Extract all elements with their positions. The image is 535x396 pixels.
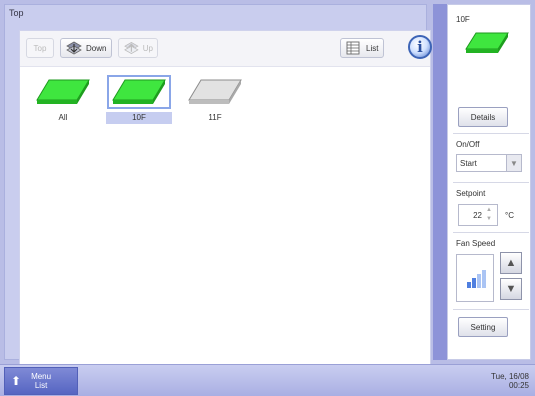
fan-speed-label: Fan Speed xyxy=(456,239,496,248)
on-off-label: On/Off xyxy=(456,140,480,149)
setpoint-stepper[interactable]: 22 ▲ ▼ xyxy=(458,204,498,226)
separator xyxy=(453,309,529,310)
clock-time: 00:25 xyxy=(508,381,529,390)
fan-speed-up-button[interactable]: ▲ xyxy=(500,252,522,274)
on-off-value: Start xyxy=(460,159,477,168)
setting-button-label: Setting xyxy=(470,322,496,332)
floor-item-10f[interactable]: 10F xyxy=(106,75,172,124)
down-button[interactable]: Down xyxy=(60,38,112,58)
floor-panel: Top Top Down Up List i All 10F 11F xyxy=(4,4,432,365)
floor-thumbnail xyxy=(31,75,95,109)
move-up-icon xyxy=(124,41,139,55)
triangle-down-icon: ▼ xyxy=(505,283,517,295)
floor-plate-icon xyxy=(465,32,509,53)
main-window: Top Top Down Up List i All 10F 11F 10F D… xyxy=(0,0,535,365)
panel-title: Top xyxy=(9,8,24,18)
floor-thumbnail xyxy=(183,75,247,109)
menu-label: Menu xyxy=(31,372,52,381)
floor-plate-icon xyxy=(112,79,166,104)
panel-divider xyxy=(433,4,447,360)
floor-content-area: Top Down Up List i All 10F 11F xyxy=(19,30,432,365)
triangle-up-icon: ▲ xyxy=(505,257,517,269)
floor-label: All xyxy=(58,113,68,122)
floor-label: 10F xyxy=(106,112,172,124)
setpoint-label: Setpoint xyxy=(456,189,486,198)
separator xyxy=(453,232,529,233)
info-icon: i xyxy=(417,38,423,56)
details-button-label: Details xyxy=(470,112,496,122)
fan-speed-indicator xyxy=(456,254,494,302)
chevron-down-icon[interactable]: ▼ xyxy=(506,155,521,171)
down-button-label: Down xyxy=(86,43,107,53)
up-button-label: Up xyxy=(142,43,153,53)
info-button[interactable]: i xyxy=(408,35,432,59)
up-button[interactable]: Up xyxy=(118,38,158,58)
spin-arrows-icon[interactable]: ▲ ▼ xyxy=(483,207,495,223)
floor-item-11f[interactable]: 11F xyxy=(182,75,248,124)
top-button-label: Top xyxy=(33,43,47,53)
floor-plate-icon xyxy=(36,79,90,104)
list-button[interactable]: List xyxy=(340,38,384,58)
control-panel: 10F Details On/Off Start ▼ Setpoint 22 ▲… xyxy=(447,4,531,360)
floor-toolbar: Top Down Up List i xyxy=(20,31,432,67)
setpoint-unit: °C xyxy=(505,211,514,220)
menu-button-text: Menu List xyxy=(31,372,51,390)
fan-speed-down-button[interactable]: ▼ xyxy=(500,278,522,300)
top-button[interactable]: Top xyxy=(26,38,54,58)
clock: Tue, 16/08 00:25 xyxy=(491,372,529,390)
floor-item-all[interactable]: All xyxy=(30,75,96,124)
floor-thumbnail xyxy=(107,75,171,109)
selected-floor-thumbnail xyxy=(464,31,510,58)
move-down-icon xyxy=(66,41,82,55)
clock-date: Tue, 16/08 xyxy=(491,372,529,381)
setpoint-value: 22 xyxy=(473,211,482,220)
floor-label: 11F xyxy=(208,113,222,122)
arrow-up-icon: ⬆ xyxy=(11,374,22,388)
separator xyxy=(453,182,529,183)
selected-floor-title: 10F xyxy=(456,15,470,24)
list-label: List xyxy=(34,381,48,390)
separator xyxy=(453,133,529,134)
taskbar: ⬆ Menu List Tue, 16/08 00:25 xyxy=(0,364,535,396)
setting-button[interactable]: Setting xyxy=(458,317,508,337)
list-button-label: List xyxy=(366,43,379,53)
menu-list-button[interactable]: ⬆ Menu List xyxy=(4,367,78,395)
fan-speed-bars-icon xyxy=(467,270,486,288)
list-icon xyxy=(346,41,360,55)
details-button[interactable]: Details xyxy=(458,107,508,127)
on-off-select[interactable]: Start ▼ xyxy=(456,154,522,172)
floor-plate-icon xyxy=(188,79,242,104)
